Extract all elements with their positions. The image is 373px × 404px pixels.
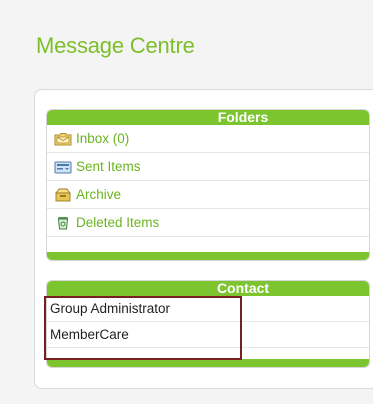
folder-item-deleted-items[interactable]: Deleted Items bbox=[47, 209, 369, 237]
folder-item-inbox[interactable]: Inbox (0) bbox=[47, 125, 369, 153]
contact-item-membercare[interactable]: MemberCare bbox=[47, 322, 369, 348]
folder-item-archive[interactable]: Archive bbox=[47, 181, 369, 209]
folder-item-sent-items[interactable]: Sent Items bbox=[47, 153, 369, 181]
folder-item-label[interactable]: Inbox (0) bbox=[76, 131, 129, 146]
contact-item-group-administrator[interactable]: Group Administrator bbox=[47, 296, 369, 322]
folder-item-label[interactable]: Archive bbox=[76, 187, 121, 202]
contact-footer bbox=[47, 359, 369, 367]
folders-header: Folders bbox=[47, 110, 369, 125]
sent-items-icon bbox=[54, 160, 72, 174]
archive-icon bbox=[54, 188, 72, 202]
message-centre-panel: Folders Inbox (0) Sent Items Archive Del… bbox=[34, 89, 373, 389]
folder-item-label[interactable]: Sent Items bbox=[76, 159, 141, 174]
folders-footer bbox=[47, 252, 369, 260]
trash-icon bbox=[54, 216, 72, 230]
folders-box: Folders Inbox (0) Sent Items Archive Del… bbox=[46, 109, 370, 261]
folder-item-label[interactable]: Deleted Items bbox=[76, 215, 159, 230]
page-title: Message Centre bbox=[36, 33, 195, 58]
inbox-icon bbox=[54, 132, 72, 146]
contact-box: Contact Group Administrator MemberCare bbox=[46, 280, 370, 368]
contact-header: Contact bbox=[47, 281, 369, 296]
